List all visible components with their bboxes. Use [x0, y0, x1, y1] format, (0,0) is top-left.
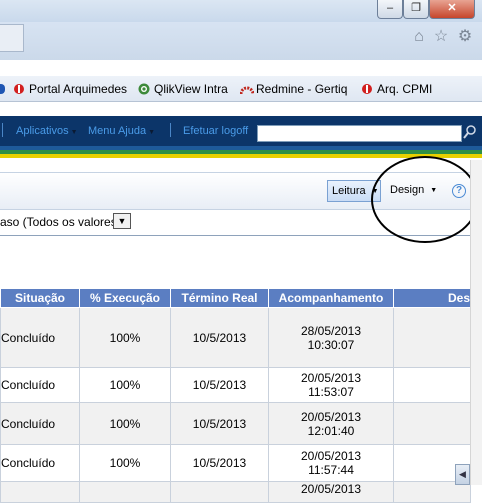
acomp-time: 11:53:07 [308, 385, 354, 399]
cell-descricao [393, 402, 471, 445]
cell-acompanhamento: 20/05/2013 11:53:07 [268, 367, 394, 403]
chevron-down-icon: ▼ [70, 129, 78, 136]
search-icon[interactable] [463, 124, 477, 140]
nav-aplicativos[interactable]: Aplicativos ▼ [16, 125, 78, 139]
cell-termino: 10/5/2013 [170, 402, 269, 445]
vertical-scrollbar[interactable] [470, 160, 482, 485]
favorite-redmine-gertiq[interactable]: Redmine - Gertiq [239, 81, 348, 97]
tools-gear-icon[interactable]: ⚙ [456, 28, 474, 46]
acomp-date: 20/05/2013 [300, 371, 362, 385]
cell-descricao [393, 367, 471, 403]
nav-menu-ajuda[interactable]: Menu Ajuda ▼ [88, 125, 155, 139]
table-row: Concluído 100% 10/5/2013 20/05/2013 11:57… [0, 444, 471, 482]
cell-situacao: Concluído [0, 367, 80, 403]
acomp-time: 12:01:40 [307, 423, 355, 438]
acomp-time: 11:57:44 [308, 463, 354, 477]
nav-menu-ajuda-label: Menu Ajuda [88, 125, 147, 137]
favorite-portal-arquimedes[interactable]: Portal Arquimedes [13, 81, 127, 97]
search-input[interactable] [257, 125, 462, 142]
nav-separator [2, 123, 3, 137]
chevron-down-icon: ▼ [148, 129, 156, 136]
cell-situacao: Concluído [0, 307, 80, 368]
table-header-row: Situação % Execução Término Real Acompan… [0, 288, 471, 308]
favorite-label: QlikView Intra [154, 82, 228, 96]
table-row: Concluído 100% 10/5/2013 20/05/2013 11:53… [0, 367, 471, 403]
favorite-label: Redmine - Gertiq [256, 82, 348, 96]
cell-acompanhamento: 20/05/2013 12:01:40 [268, 402, 394, 445]
column-header-acompanhamento[interactable]: Acompanhamento [268, 288, 394, 308]
redmine-icon [239, 83, 255, 95]
filter-value: aso (Todos os valores) [0, 215, 121, 229]
maximize-button[interactable]: ❐ [403, 0, 429, 19]
annotation-circle [371, 156, 479, 243]
favorites-star-icon[interactable]: ☆ [432, 28, 450, 46]
table-row: Concluído 100% 10/5/2013 28/05/2013 10:30… [0, 307, 471, 368]
cell-execucao: 100% [79, 402, 171, 445]
column-header-situacao[interactable]: Situação [0, 288, 80, 308]
filter-dropdown-button[interactable]: ▼ [113, 213, 131, 229]
favorite-qlikview-intra[interactable]: QlikView Intra [138, 81, 228, 97]
browser-tab[interactable] [0, 24, 24, 52]
acomp-date: 20/05/2013 [300, 449, 362, 463]
nav-aplicativos-label: Aplicativos [16, 125, 69, 137]
acomp-date: 20/05/2013 [300, 482, 362, 496]
favorite-label: Arq. CPMI [377, 82, 433, 96]
cell-execucao: 100% [79, 307, 171, 368]
nav-efetuar-logoff[interactable]: Efetuar logoff [183, 125, 248, 138]
acomp-time: 10:30:07 [307, 337, 355, 352]
cell-situacao: Concluído [0, 444, 80, 482]
nav-separator [170, 123, 171, 137]
favorite-label: Portal Arquimedes [29, 82, 128, 96]
ie-shield-icon [361, 83, 373, 95]
leitura-label: Leitura [332, 185, 366, 197]
ie-shield-icon [13, 83, 25, 95]
column-header-termino-real[interactable]: Término Real [170, 288, 269, 308]
qlikview-icon [138, 83, 150, 95]
close-button[interactable]: ✕ [429, 0, 475, 19]
acomp-date: 20/05/2013 [300, 409, 362, 424]
column-header-execucao[interactable]: % Execução [79, 288, 171, 308]
cell-termino: 10/5/2013 [170, 444, 269, 482]
cell-execucao: 100% [79, 367, 171, 403]
table-row: Concluído 100% 10/5/2013 20/05/2013 12:01… [0, 402, 471, 445]
cell-descricao [393, 307, 471, 368]
cell-termino: 10/5/2013 [170, 307, 269, 368]
scroll-left-button[interactable]: ◀ [455, 464, 470, 485]
cell-situacao: Concluído [0, 402, 80, 445]
cell-acompanhamento: 28/05/2013 10:30:07 [268, 307, 394, 368]
favorite-arq-cpmi[interactable]: Arq. CPMI [361, 81, 432, 97]
column-header-descricao[interactable]: Des [393, 288, 471, 308]
acomp-date: 28/05/2013 [300, 323, 362, 338]
cell-acompanhamento: 20/05/2013 11:57:44 [268, 444, 394, 482]
cell-execucao: 100% [79, 444, 171, 482]
home-icon[interactable]: ⌂ [410, 28, 428, 46]
minimize-button[interactable]: – [377, 0, 403, 19]
cell-termino: 10/5/2013 [170, 367, 269, 403]
report-table: Situação % Execução Término Real Acompan… [0, 288, 471, 503]
